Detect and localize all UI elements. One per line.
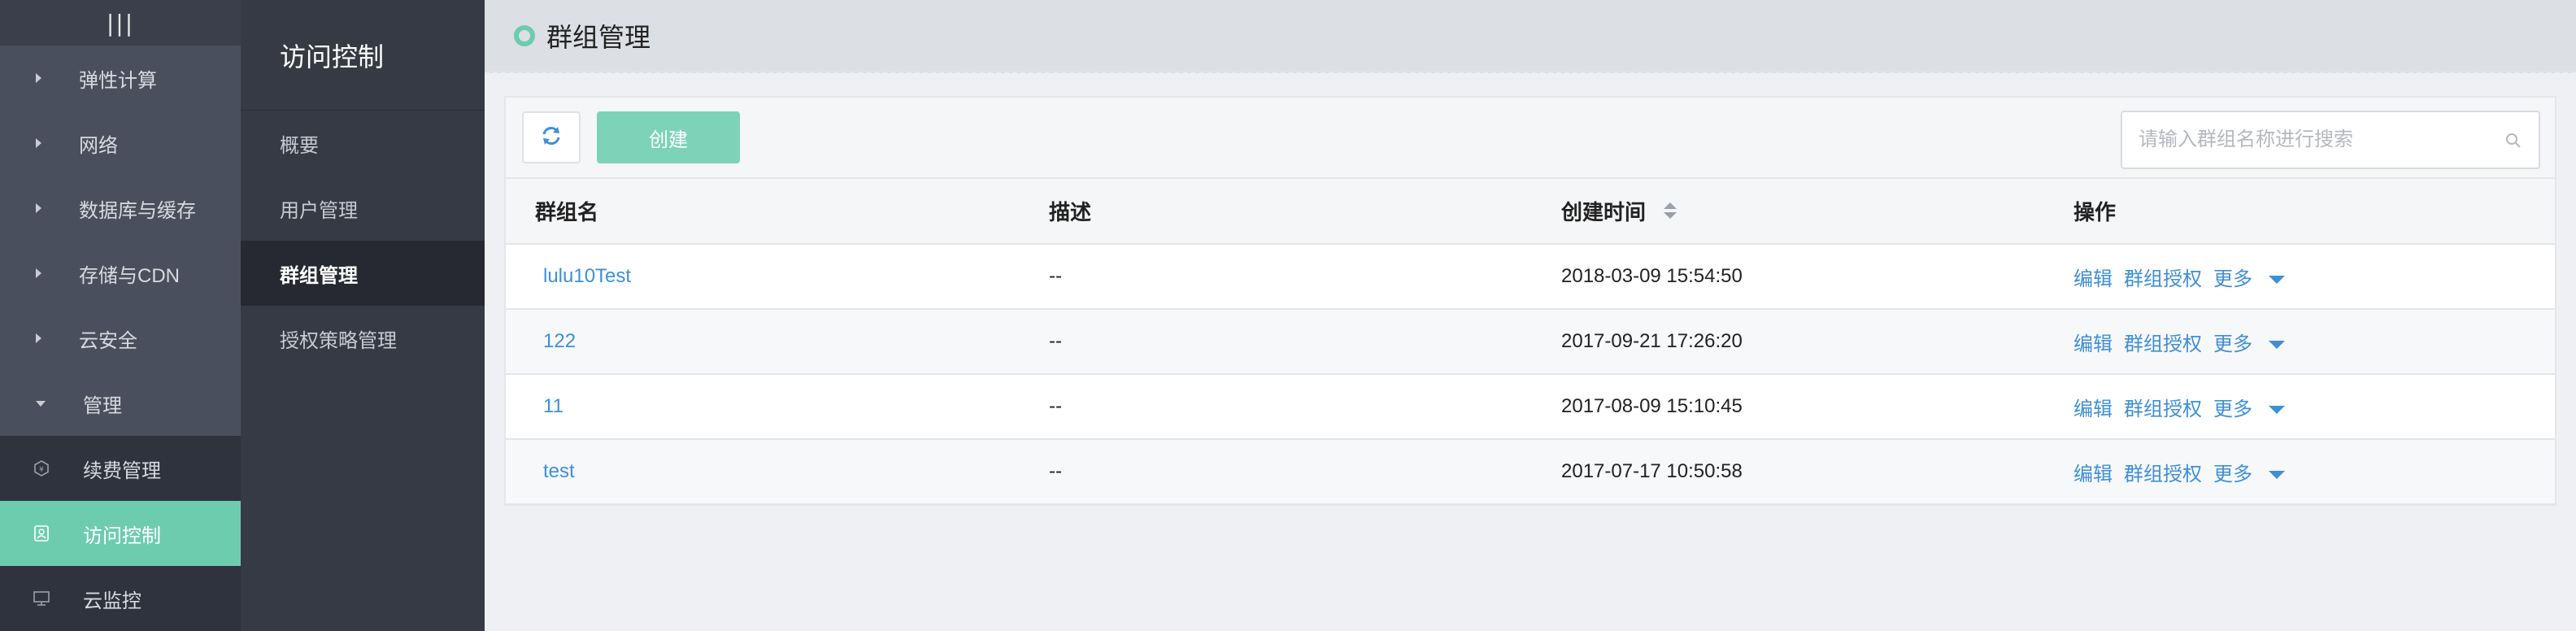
nav-item-monitor[interactable]: 云监控 bbox=[0, 566, 241, 631]
group-desc: -- bbox=[1020, 374, 1532, 440]
search-input[interactable] bbox=[2139, 128, 2488, 151]
subnav-item-policies[interactable]: 授权策略管理 bbox=[241, 306, 485, 371]
svg-text:¥: ¥ bbox=[39, 466, 44, 474]
status-ring-icon bbox=[514, 25, 535, 46]
create-button[interactable]: 创建 bbox=[597, 111, 740, 163]
more-dropdown[interactable]: 更多 bbox=[2213, 333, 2296, 355]
refresh-icon bbox=[540, 124, 563, 151]
more-dropdown[interactable]: 更多 bbox=[2213, 463, 2296, 485]
caret-right-icon bbox=[36, 73, 41, 83]
table-row: 122 -- 2017-09-21 17:26:20 编辑 群组授权 更多 bbox=[506, 309, 2555, 375]
edit-link[interactable]: 编辑 bbox=[2073, 333, 2113, 355]
edit-link[interactable]: 编辑 bbox=[2073, 398, 2113, 420]
caret-down-icon bbox=[36, 400, 46, 407]
group-created-time: 2017-08-09 15:10:45 bbox=[1532, 374, 2044, 440]
more-dropdown[interactable]: 更多 bbox=[2213, 398, 2296, 420]
page-header: 群组管理 bbox=[485, 0, 2576, 73]
row-actions: 编辑 群组授权 更多 bbox=[2044, 309, 2555, 375]
nav-item-label: 续费管理 bbox=[83, 459, 161, 482]
main-content: 群组管理 创建 请输入群组名称进行搜索 群组名 描述 创建时间 操作 lulu1… bbox=[485, 0, 2576, 631]
nav-item-label: 访问控制 bbox=[83, 524, 161, 547]
more-dropdown[interactable]: 更多 bbox=[2213, 268, 2296, 290]
nav-item-compute[interactable]: 弹性计算 bbox=[0, 46, 241, 111]
subnav-item-users[interactable]: 用户管理 bbox=[241, 176, 485, 241]
caret-down-icon bbox=[2269, 276, 2285, 285]
toolbar: 创建 bbox=[506, 98, 2555, 179]
group-name-link[interactable]: 11 bbox=[506, 374, 1020, 440]
edit-link[interactable]: 编辑 bbox=[2073, 463, 2113, 485]
subnav-item-overview[interactable]: 概要 bbox=[241, 111, 485, 176]
caret-down-icon bbox=[2269, 406, 2285, 415]
menu-icon: ||| bbox=[106, 9, 135, 37]
monitor-icon bbox=[33, 590, 50, 607]
page-title: 群组管理 bbox=[546, 23, 651, 52]
nav-item-label: 管理 bbox=[83, 394, 122, 417]
nav-item-storage[interactable]: 存储与CDN bbox=[0, 241, 241, 306]
caret-down-icon bbox=[2269, 341, 2285, 350]
nav-item-label: 云监控 bbox=[83, 590, 141, 612]
subnav-title: 访问控制 bbox=[241, 0, 485, 111]
table-row: 11 -- 2017-08-09 15:10:45 编辑 群组授权 更多 bbox=[506, 374, 2555, 440]
column-header-name: 群组名 bbox=[506, 179, 1020, 245]
caret-right-icon bbox=[36, 203, 41, 213]
table-row: lulu10Test -- 2018-03-09 15:54:50 编辑 群组授权… bbox=[506, 244, 2555, 310]
subnav-item-groups[interactable]: 群组管理 bbox=[241, 241, 485, 306]
search-box bbox=[2121, 111, 2540, 169]
main-nav: ||| 弹性计算 网络 数据库与缓存 存储与CDN 云安全 管理 ¥ 续费管理 … bbox=[0, 0, 241, 631]
nav-toggle[interactable]: ||| bbox=[0, 0, 241, 46]
sort-icon[interactable] bbox=[1663, 201, 1677, 226]
column-header-created[interactable]: 创建时间 bbox=[1532, 179, 2044, 245]
nav-item-security[interactable]: 云安全 bbox=[0, 306, 241, 371]
column-header-desc: 描述 bbox=[1020, 179, 1532, 245]
group-created-time: 2017-09-21 17:26:20 bbox=[1532, 309, 2044, 375]
column-header-ops: 操作 bbox=[2044, 179, 2555, 245]
group-desc: -- bbox=[1020, 244, 1532, 310]
group-desc: -- bbox=[1020, 309, 1532, 375]
groups-panel: 创建 群组名 描述 创建时间 操 bbox=[504, 96, 2556, 506]
nav-group-list: 弹性计算 网络 数据库与缓存 存储与CDN 云安全 管理 bbox=[0, 46, 241, 436]
sub-nav: 访问控制 概要 用户管理 群组管理 授权策略管理 bbox=[241, 0, 485, 631]
renewal-icon: ¥ bbox=[33, 459, 50, 477]
group-desc: -- bbox=[1020, 439, 1532, 505]
table-header-row: 群组名 描述 创建时间 操作 bbox=[506, 179, 2555, 245]
authorize-link[interactable]: 群组授权 bbox=[2124, 398, 2202, 420]
nav-item-access-control[interactable]: 访问控制 bbox=[0, 501, 241, 566]
edit-link[interactable]: 编辑 bbox=[2073, 268, 2113, 290]
groups-table: 群组名 描述 创建时间 操作 lulu10Test -- 2018-03-09 … bbox=[506, 179, 2555, 505]
authorize-link[interactable]: 群组授权 bbox=[2124, 463, 2202, 485]
group-created-time: 2018-03-09 15:54:50 bbox=[1532, 244, 2044, 310]
group-name-link[interactable]: test bbox=[506, 439, 1020, 505]
nav-item-label: 数据库与缓存 bbox=[79, 199, 196, 222]
table-row: test -- 2017-07-17 10:50:58 编辑 群组授权 更多 bbox=[506, 439, 2555, 505]
caret-down-icon bbox=[2269, 471, 2285, 480]
nav-item-label: 弹性计算 bbox=[79, 69, 157, 92]
row-actions: 编辑 群组授权 更多 bbox=[2044, 439, 2555, 505]
authorize-link[interactable]: 群组授权 bbox=[2124, 268, 2202, 290]
nav-item-label: 云安全 bbox=[79, 329, 137, 352]
search-icon[interactable] bbox=[2504, 132, 2522, 154]
row-actions: 编辑 群组授权 更多 bbox=[2044, 374, 2555, 440]
nav-item-label: 网络 bbox=[79, 134, 118, 157]
row-actions: 编辑 群组授权 更多 bbox=[2044, 244, 2555, 310]
group-name-link[interactable]: lulu10Test bbox=[506, 244, 1020, 310]
caret-right-icon bbox=[36, 333, 41, 343]
group-created-time: 2017-07-17 10:50:58 bbox=[1532, 439, 2044, 505]
column-header-label: 创建时间 bbox=[1561, 199, 1647, 224]
nav-item-label: 存储与CDN bbox=[79, 264, 180, 287]
caret-right-icon bbox=[36, 138, 41, 148]
nav-item-renewal[interactable]: ¥ 续费管理 bbox=[0, 436, 241, 501]
authorize-link[interactable]: 群组授权 bbox=[2124, 333, 2202, 355]
access-control-icon bbox=[33, 524, 50, 542]
nav-item-network[interactable]: 网络 bbox=[0, 111, 241, 176]
nav-item-database[interactable]: 数据库与缓存 bbox=[0, 176, 241, 241]
group-name-link[interactable]: 122 bbox=[506, 309, 1020, 375]
nav-item-management[interactable]: 管理 bbox=[0, 371, 241, 436]
caret-right-icon bbox=[36, 268, 41, 278]
refresh-button[interactable] bbox=[522, 111, 581, 163]
